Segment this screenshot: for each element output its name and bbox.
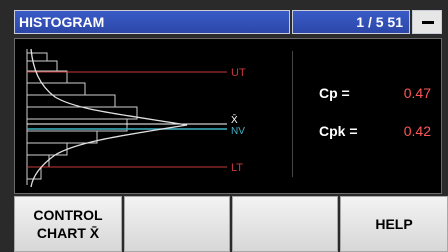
bar-1	[26, 52, 48, 62]
control-chart-label-line1: CONTROL	[33, 207, 103, 223]
panel-divider	[292, 51, 293, 177]
cp-value: 0.47	[403, 85, 431, 101]
xbar-label: X̄	[231, 113, 238, 126]
minimize-button[interactable]	[412, 10, 442, 34]
ut-label: UT	[231, 67, 246, 79]
histogram-screen: HISTOGRAM 1 / 5 51 UT LT X̄ NV Cp = 0.47…	[0, 0, 448, 252]
page-indicator: 1 / 5 51	[292, 10, 410, 34]
control-chart-button[interactable]: CONTROL CHART X̄	[14, 196, 122, 252]
control-chart-label-line2: CHART X̄	[36, 225, 100, 241]
softkey-3[interactable]	[232, 196, 338, 252]
bar-9	[26, 142, 68, 156]
softkey-2[interactable]	[124, 196, 230, 252]
help-button[interactable]: HELP	[340, 196, 448, 252]
lt-label: LT	[231, 162, 243, 174]
bar-4	[26, 82, 86, 96]
header-bar: HISTOGRAM 1 / 5 51	[14, 10, 442, 34]
histogram-panel: UT LT X̄ NV Cp = 0.47 Cpk = 0.42	[14, 38, 442, 194]
histogram-chart: UT LT X̄ NV	[26, 48, 246, 188]
cp-label: Cp =	[319, 85, 350, 101]
minus-icon	[422, 21, 434, 24]
bar-6	[26, 106, 138, 120]
nv-label: NV	[231, 126, 245, 137]
bar-2	[26, 60, 58, 72]
cpk-value: 0.42	[403, 123, 431, 139]
normal-curve	[30, 48, 188, 188]
bar-5	[26, 94, 116, 108]
bar-10	[26, 154, 50, 168]
bar-3	[26, 70, 68, 84]
softkey-bar: CONTROL CHART X̄ HELP	[14, 196, 448, 252]
screen-title: HISTOGRAM	[14, 10, 290, 34]
bar-8	[26, 130, 98, 144]
cpk-label: Cpk =	[319, 123, 358, 139]
help-label: HELP	[375, 216, 413, 232]
